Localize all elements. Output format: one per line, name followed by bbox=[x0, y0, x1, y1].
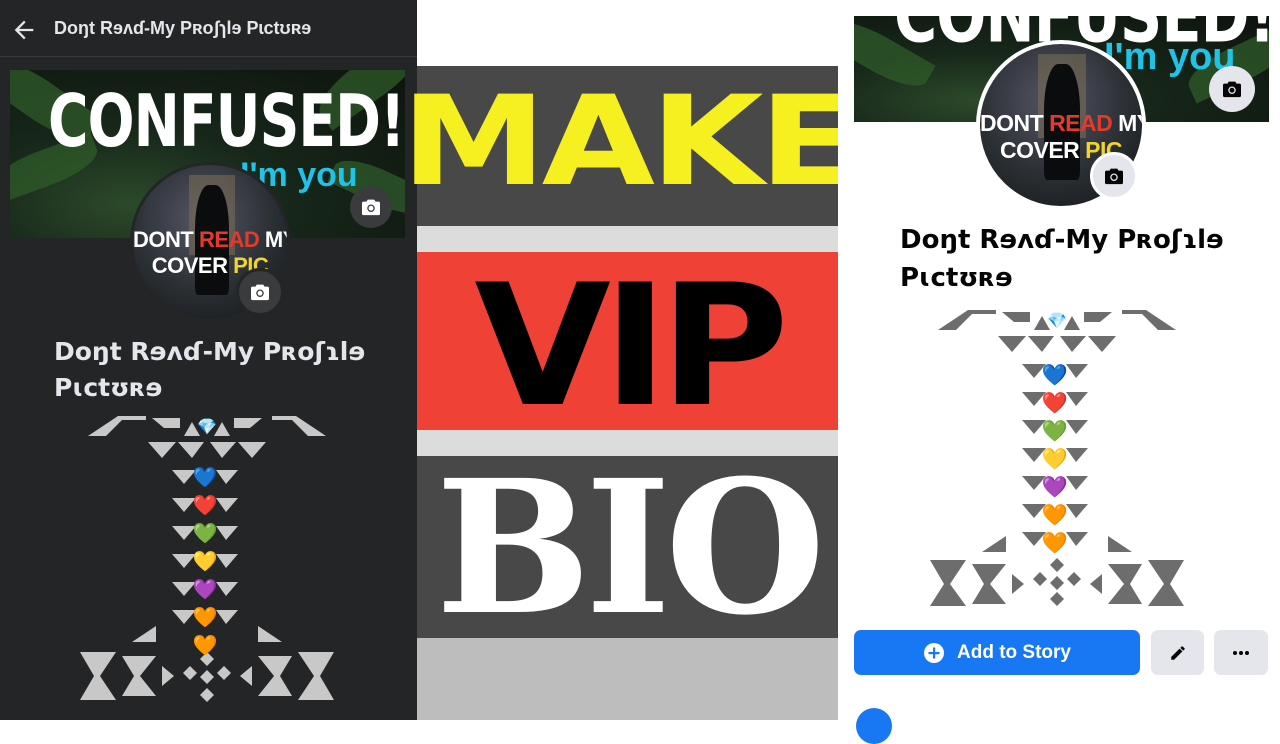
header-title: Doŋt Rɘʌɗ-My Pʀoʃɿlɘ Pɩctʊʀɘ bbox=[54, 18, 312, 38]
camera-icon bbox=[251, 284, 269, 301]
profile-header-bar: Doŋt Rɘʌɗ-My Pʀoʃɿlɘ Pɩctʊʀɘ bbox=[0, 0, 417, 57]
profile-name: Doŋt Rɘʌɗ-My Pʀoʃɿlɘ Pɩctʊʀɘ bbox=[54, 334, 365, 407]
bio-decoration: 💎 💙 ❤️ 💚 💛 💜 🧡 🧡 bbox=[930, 310, 1184, 606]
profile-name-line1: Doŋt Rɘʌɗ-My Pʀoʃɿlɘ bbox=[900, 225, 1224, 255]
camera-icon bbox=[362, 199, 380, 216]
bio-heart-2: ❤️ bbox=[1042, 391, 1069, 415]
title-graphic-panel: MAKE VIP BIO bbox=[401, 0, 859, 720]
bio-word: BIO bbox=[435, 440, 826, 656]
bio-heart-2: ❤️ bbox=[193, 493, 218, 517]
profile-name-line1: Doŋt Rɘʌɗ-My Pʀoʃɿlɘ bbox=[54, 337, 366, 366]
partial-avatar-bottom bbox=[856, 708, 892, 744]
vip-word: VIP bbox=[474, 248, 789, 444]
avatar-word-my: MY bbox=[264, 227, 287, 252]
avatar-word-cover: COVER bbox=[151, 253, 234, 278]
edit-profile-button[interactable] bbox=[1151, 630, 1204, 675]
bio-heart-1: 💙 bbox=[193, 465, 218, 489]
profile-name-line2: Pɩctʊʀɘ bbox=[54, 373, 163, 403]
bio-heart-5: 💜 bbox=[193, 577, 218, 601]
pencil-icon bbox=[1170, 645, 1185, 660]
avatar-word-read: READ bbox=[198, 227, 260, 252]
bio-heart-1: 💙 bbox=[1042, 363, 1069, 387]
profile-name: Doŋt Rɘʌɗ-My Pʀoʃɿlɘ Pɩctʊʀɘ bbox=[900, 222, 1224, 297]
bio-gem: 💎 bbox=[197, 417, 217, 436]
cover-camera-button[interactable] bbox=[1209, 66, 1255, 112]
left-screenshot-panel: Doŋt Rɘʌɗ-My Pʀoʃɿlɘ Pɩctʊʀɘ CONFUSED!! … bbox=[0, 0, 417, 720]
avatar-word-my: MY bbox=[1118, 110, 1142, 136]
more-horizontal-icon bbox=[1233, 650, 1249, 655]
bio-heart-3: 💚 bbox=[193, 521, 218, 545]
bio-decoration: 💎 💙 ❤️ 💚 💛 💜 🧡 🧡 bbox=[80, 416, 334, 702]
bio-gem: 💎 bbox=[1047, 311, 1067, 330]
bio-heart-4: 💛 bbox=[1042, 447, 1069, 471]
avatar-camera-button[interactable] bbox=[1090, 152, 1138, 200]
avatar-word-cover: COVER bbox=[999, 137, 1086, 163]
bio-heart-7: 🧡 bbox=[1042, 531, 1069, 555]
bio-heart-6: 🧡 bbox=[1042, 503, 1069, 527]
add-to-story-button[interactable]: Add to Story bbox=[854, 630, 1140, 675]
avatar-word-read: READ bbox=[1049, 110, 1113, 136]
more-options-button[interactable] bbox=[1214, 630, 1268, 675]
profile-name-line2: Pɩctʊʀɘ bbox=[900, 262, 1013, 293]
right-screenshot-panel: CONFUSED!! I'm you DONT READ MY COVER PI… bbox=[838, 0, 1280, 720]
arrow-left-icon[interactable] bbox=[10, 16, 38, 44]
cover-headline: CONFUSED!! bbox=[48, 80, 405, 164]
bio-heart-5: 💜 bbox=[1042, 475, 1069, 499]
plus-circle-icon bbox=[924, 642, 944, 663]
camera-icon bbox=[1223, 81, 1241, 98]
make-word: MAKE bbox=[400, 70, 859, 214]
avatar-camera-button[interactable] bbox=[236, 268, 284, 316]
bio-heart-6: 🧡 bbox=[193, 605, 218, 629]
avatar-word-dont: DONT bbox=[980, 110, 1050, 136]
bio-heart-7: 🧡 bbox=[193, 633, 218, 657]
add-to-story-label: Add to Story bbox=[957, 641, 1071, 663]
bio-heart-3: 💚 bbox=[1042, 419, 1069, 443]
avatar-word-dont: DONT bbox=[133, 227, 199, 252]
camera-icon bbox=[1105, 168, 1123, 185]
bio-heart-4: 💛 bbox=[193, 549, 218, 573]
